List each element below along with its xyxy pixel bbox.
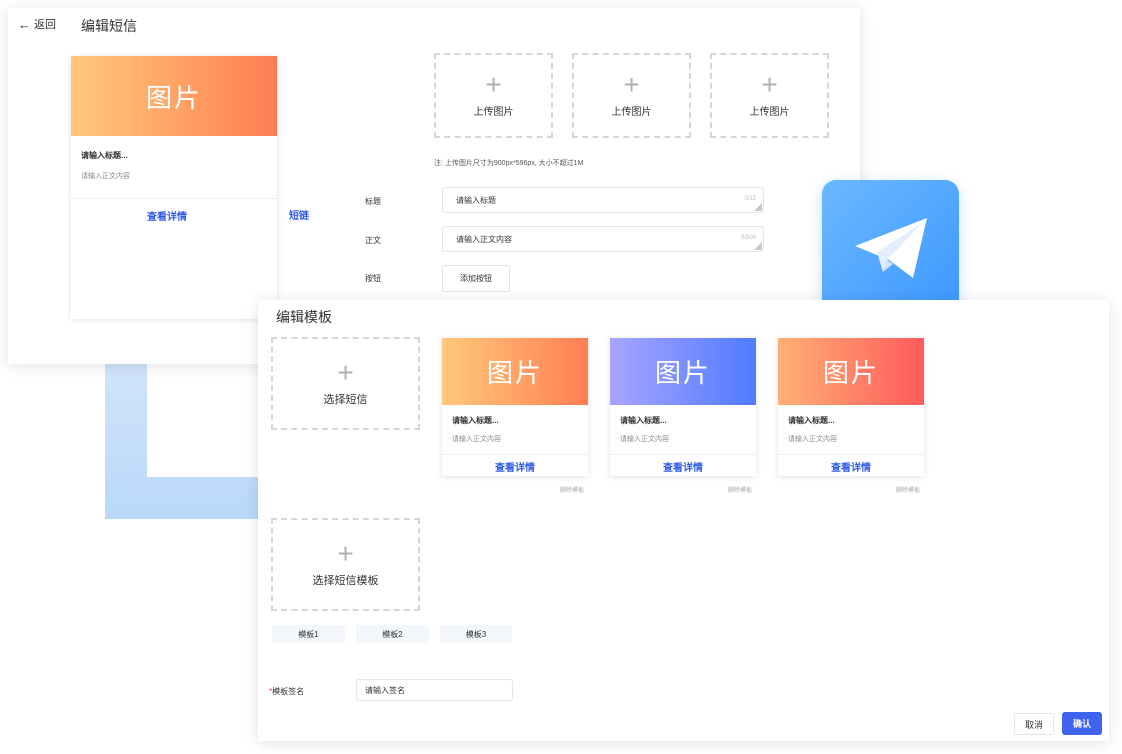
select-sms-label: 选择短信 bbox=[323, 393, 368, 406]
delete-template-link[interactable]: 删除模板 bbox=[560, 485, 584, 494]
body-input[interactable]: 请输入正文内容 0/500 bbox=[442, 226, 764, 252]
page-title: 编辑短信 bbox=[81, 18, 137, 34]
plus-icon: + bbox=[337, 356, 354, 388]
view-details-link[interactable]: 查看详情 bbox=[778, 459, 924, 474]
title-input[interactable]: 请输入标题 0/12 bbox=[442, 187, 764, 213]
delete-template-link[interactable]: 删除模板 bbox=[896, 485, 920, 494]
body-input-placeholder: 请输入正文内容 bbox=[456, 234, 512, 244]
view-details-link[interactable]: 查看详情 bbox=[442, 459, 588, 474]
signature-input[interactable]: 请输入签名 bbox=[356, 679, 513, 701]
resize-handle[interactable] bbox=[754, 203, 762, 211]
upload-image-button[interactable]: + 上传图片 bbox=[572, 53, 691, 138]
back-button[interactable]: ← 返回 bbox=[18, 16, 56, 32]
template-tab-2[interactable]: 模板2 bbox=[356, 625, 429, 643]
title-counter: 0/12 bbox=[744, 196, 756, 202]
cancel-button[interactable]: 取消 bbox=[1014, 713, 1054, 735]
signature-input-placeholder: 请输入签名 bbox=[365, 685, 405, 695]
template-card: 图片 请输入标题... 请输入正文内容 查看详情 bbox=[778, 338, 924, 476]
template-card-title: 请输入标题... bbox=[788, 416, 835, 425]
template-card-image: 图片 bbox=[442, 338, 588, 405]
template-card: 图片 请输入标题... 请输入正文内容 查看详情 bbox=[442, 338, 588, 476]
divider bbox=[442, 454, 588, 455]
template-card-body: 请输入正文内容 bbox=[452, 436, 501, 443]
plus-icon: + bbox=[485, 69, 502, 100]
divider bbox=[71, 198, 277, 199]
short-link[interactable]: 短链 bbox=[289, 207, 309, 222]
view-details-link[interactable]: 查看详情 bbox=[71, 208, 263, 223]
plus-icon: + bbox=[623, 69, 640, 100]
template-card-body: 请输入正文内容 bbox=[620, 436, 669, 443]
delete-template-link[interactable]: 删除模板 bbox=[728, 485, 752, 494]
select-sms-button[interactable]: + 选择短信 bbox=[271, 337, 420, 430]
upload-label: 上传图片 bbox=[749, 107, 790, 118]
upload-note: 注: 上传图片尺寸为900px*596px, 大小不超过1M bbox=[434, 160, 584, 167]
plus-icon: + bbox=[337, 537, 354, 569]
template-card-title: 请输入标题... bbox=[452, 416, 499, 425]
template-card-body: 请输入正文内容 bbox=[788, 436, 837, 443]
template-card-image: 图片 bbox=[610, 338, 756, 405]
signature-label-text: 模板签名 bbox=[272, 687, 305, 696]
template-card: 图片 请输入标题... 请输入正文内容 查看详情 bbox=[610, 338, 756, 476]
add-button-button[interactable]: 添加按钮 bbox=[442, 265, 510, 292]
upload-image-button[interactable]: + 上传图片 bbox=[710, 53, 829, 138]
template-card-title: 请输入标题... bbox=[620, 416, 667, 425]
body-label: 正文 bbox=[365, 236, 381, 245]
signature-label: *模板签名 bbox=[269, 686, 304, 697]
back-label: 返回 bbox=[34, 19, 56, 31]
template-page-title: 编辑模板 bbox=[276, 309, 332, 325]
template-card-image: 图片 bbox=[778, 338, 924, 405]
upload-image-button[interactable]: + 上传图片 bbox=[434, 53, 553, 138]
view-details-link[interactable]: 查看详情 bbox=[610, 459, 756, 474]
plus-icon: + bbox=[761, 69, 778, 100]
resize-handle[interactable] bbox=[754, 242, 762, 250]
divider bbox=[778, 454, 924, 455]
template-tab-3[interactable]: 模板3 bbox=[440, 625, 512, 643]
body-counter: 0/500 bbox=[740, 235, 756, 241]
title-label: 标题 bbox=[365, 197, 381, 206]
upload-label: 上传图片 bbox=[473, 107, 514, 118]
arrow-left-icon: ← bbox=[18, 16, 31, 32]
paper-plane-icon bbox=[854, 218, 927, 278]
select-template-label: 选择短信模板 bbox=[312, 574, 379, 587]
sms-preview-card: 图片 请输入标题... 请输入正文内容 查看详情 bbox=[71, 56, 277, 319]
upload-label: 上传图片 bbox=[611, 107, 652, 118]
divider bbox=[610, 454, 756, 455]
confirm-button[interactable]: 确认 bbox=[1062, 712, 1102, 735]
telegram-plane-icon bbox=[822, 180, 959, 318]
select-template-button[interactable]: + 选择短信模板 bbox=[271, 518, 420, 611]
preview-body: 请输入正文内容 bbox=[81, 173, 130, 180]
title-input-placeholder: 请输入标题 bbox=[456, 195, 496, 205]
template-tab-1[interactable]: 模板1 bbox=[272, 625, 345, 643]
button-label: 按钮 bbox=[365, 274, 381, 283]
preview-image: 图片 bbox=[71, 56, 277, 136]
preview-title: 请输入标题... bbox=[81, 151, 128, 160]
